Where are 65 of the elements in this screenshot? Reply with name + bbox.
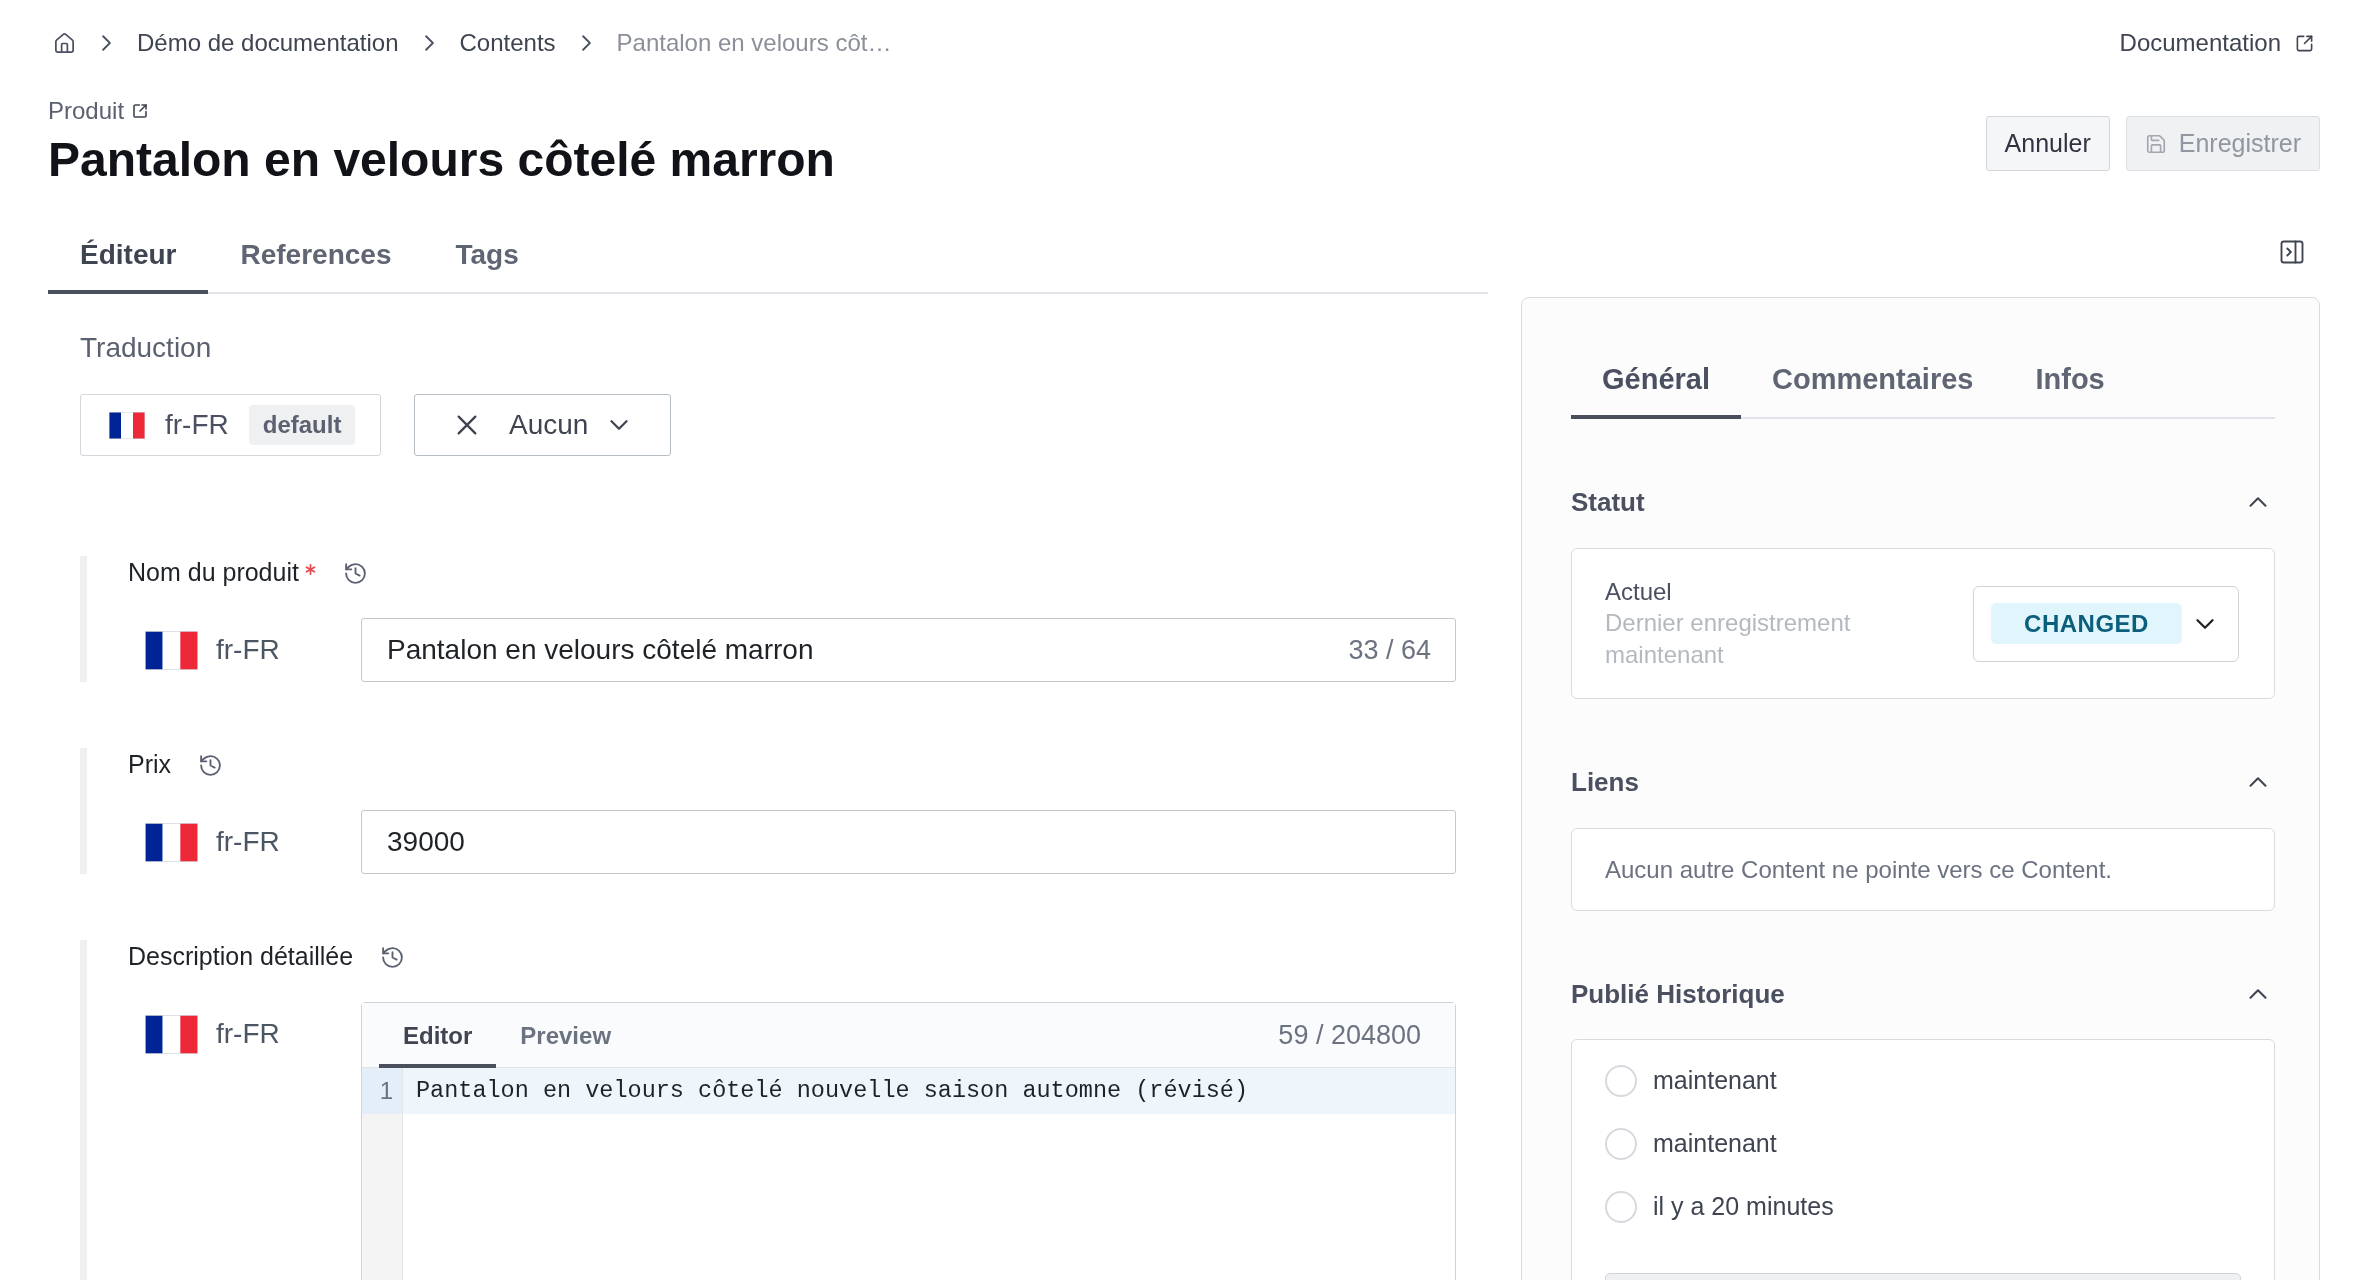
page-title: Pantalon en velours côtelé marron bbox=[48, 132, 835, 188]
section-label: Traduction bbox=[80, 332, 212, 364]
locale-chip[interactable]: fr-FR default bbox=[80, 394, 381, 456]
locale-label: fr-FR bbox=[165, 408, 229, 442]
history-entry[interactable]: il y a 20 minutes bbox=[1653, 1188, 1834, 1226]
collapse-icon[interactable] bbox=[2249, 989, 2267, 999]
empty-links-text: Aucun autre Content ne pointe vers ce Content. bbox=[1605, 854, 2112, 885]
character-count: 33 / 64 bbox=[1348, 633, 1431, 667]
tab[interactable]: References bbox=[208, 216, 424, 294]
field-label: Description détaillée bbox=[128, 941, 354, 973]
section-title: Liens bbox=[1571, 765, 1639, 799]
locale-label: fr-FR bbox=[216, 825, 280, 859]
collapse-panel-icon[interactable] bbox=[2278, 238, 2306, 266]
status-badge: CHANGED bbox=[1991, 603, 2182, 644]
france-flag-icon bbox=[109, 411, 145, 439]
radio-button[interactable] bbox=[1605, 1065, 1637, 1097]
france-flag-icon bbox=[145, 822, 198, 862]
history-entry[interactable]: maintenant bbox=[1653, 1125, 1777, 1163]
history-icon[interactable] bbox=[380, 944, 406, 970]
locale-label: fr-FR bbox=[216, 1017, 280, 1051]
code-line: Pantalon en velours côtelé nouvelle saison automne (révisé) bbox=[416, 1076, 1249, 1107]
select-value: Aucun bbox=[509, 408, 589, 442]
tab[interactable]: Commentaires bbox=[1741, 341, 2005, 419]
cancel-button[interactable]: Annuler bbox=[1985, 116, 2110, 171]
default-tag: default bbox=[248, 405, 356, 445]
tab[interactable]: Général bbox=[1571, 341, 1741, 419]
chevron-right-icon bbox=[581, 35, 591, 51]
tab[interactable]: Tags bbox=[423, 216, 551, 294]
radio-button[interactable] bbox=[1605, 1128, 1637, 1160]
home-icon[interactable] bbox=[53, 31, 76, 55]
section-title: Publié Historique bbox=[1571, 977, 1785, 1011]
caret-icon bbox=[2196, 618, 2214, 629]
section-title: Statut bbox=[1571, 485, 1645, 519]
history-entry[interactable]: maintenant bbox=[1653, 1062, 1777, 1100]
documentation-link[interactable]: Documentation bbox=[2119, 25, 2320, 61]
france-flag-icon bbox=[145, 1014, 198, 1054]
collapse-icon[interactable] bbox=[2249, 497, 2267, 507]
save-icon bbox=[2144, 132, 2167, 155]
last-saved-text: Dernier enregistrement maintenant bbox=[1605, 607, 1852, 670]
tab[interactable]: Infos bbox=[2004, 341, 2136, 419]
history-icon[interactable] bbox=[342, 560, 368, 586]
breadcrumb-link[interactable]: Contents bbox=[459, 25, 556, 61]
status-select[interactable]: CHANGED bbox=[1973, 585, 2239, 662]
field-label: Prix bbox=[128, 749, 172, 781]
field-label: Nom du produit bbox=[128, 557, 299, 589]
france-flag-icon bbox=[145, 630, 198, 670]
status-label: Actuel bbox=[1605, 576, 1673, 607]
chevron-right-icon bbox=[102, 35, 111, 51]
collapse-icon[interactable] bbox=[2249, 777, 2267, 787]
caret-icon bbox=[610, 420, 629, 430]
breadcrumb-link[interactable]: Démo de documentation bbox=[137, 25, 399, 61]
external-link-icon bbox=[132, 103, 149, 119]
content-type-link[interactable]: Produit bbox=[48, 96, 835, 126]
locale-label: fr-FR bbox=[216, 633, 280, 667]
editor-tab[interactable]: Preview bbox=[496, 1004, 636, 1068]
tab[interactable]: Éditeur bbox=[48, 216, 209, 294]
character-count: 59 / 204800 bbox=[1278, 1018, 1421, 1052]
language-select[interactable]: Aucun bbox=[414, 394, 671, 456]
text-input[interactable]: 39000 bbox=[361, 810, 1456, 874]
line-number: 1 bbox=[362, 1068, 402, 1114]
close-icon[interactable] bbox=[457, 415, 477, 435]
history-icon[interactable] bbox=[198, 752, 224, 778]
radio-button[interactable] bbox=[1605, 1191, 1637, 1223]
external-link-icon bbox=[2295, 33, 2314, 53]
chevron-right-icon bbox=[424, 35, 434, 51]
